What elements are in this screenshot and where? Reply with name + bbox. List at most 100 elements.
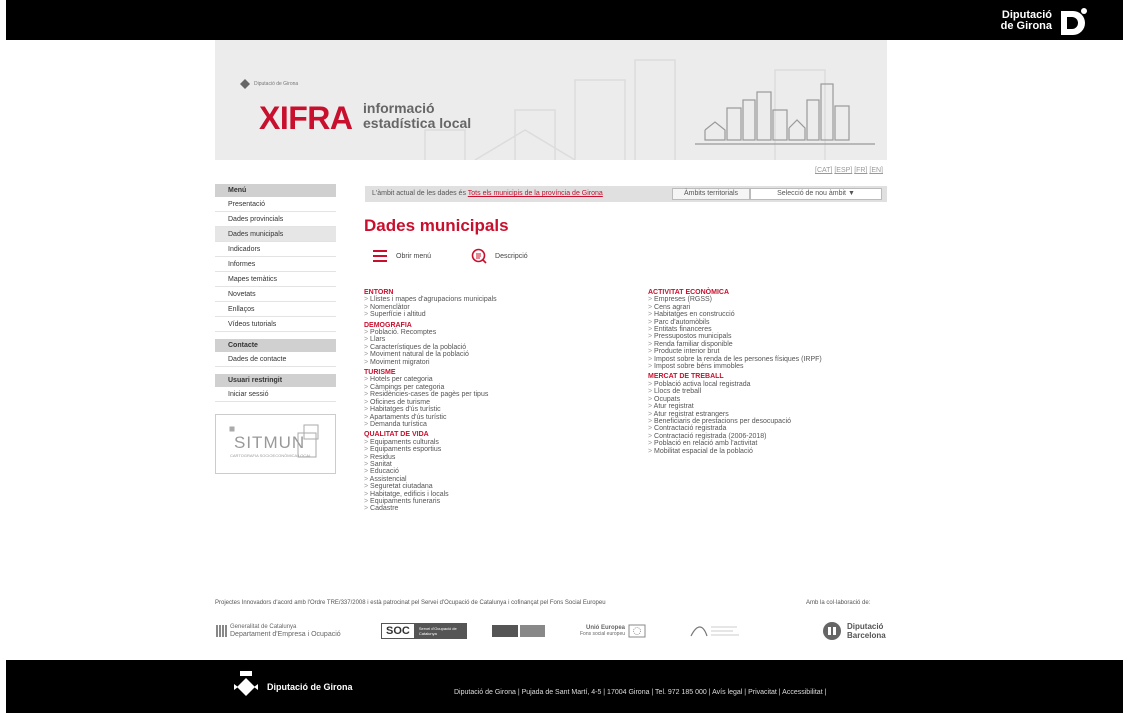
category-link[interactable]: Demanda turística [364, 421, 634, 428]
category-link[interactable]: Nomenclàtor [364, 304, 634, 311]
menu-title: Menú [215, 184, 336, 197]
category-link[interactable]: Beneficiaris de prestacions per desocupa… [648, 418, 888, 425]
eu-line2: Fons social europeu [580, 631, 626, 637]
right-category-column: ACTIVITAT ECONÒMICA Empreses (RGSS) Cens… [648, 289, 888, 458]
category-link[interactable]: Atur registrat [648, 403, 888, 410]
description-button[interactable]: Descripció [471, 248, 528, 264]
category-link[interactable]: Entitats financeres [648, 326, 888, 333]
small-brand: Diputació de Girona [239, 78, 298, 90]
category-link[interactable]: Hotels per categoria [364, 376, 634, 383]
ministry-logo[interactable] [491, 618, 546, 644]
category-link[interactable]: Càmpings per categoria [364, 384, 634, 391]
sidebar-item-dades-municipals[interactable]: Dades municipals [215, 227, 336, 242]
category-link[interactable]: Població. Recomptes [364, 329, 634, 336]
category-link[interactable]: Població activa local registrada [648, 381, 888, 388]
category-link[interactable]: Moviment natural de la població [364, 351, 634, 358]
sidebar-item-iniciar-sessio[interactable]: Iniciar sessió [215, 387, 336, 402]
category-link[interactable]: Seguretat ciutadana [364, 483, 634, 490]
category-link[interactable]: Educació [364, 468, 634, 475]
sidebar-item-dades-de-contacte[interactable]: Dades de contacte [215, 352, 336, 367]
category-link[interactable]: Equipaments esportius [364, 446, 634, 453]
page-title: Dades municipals [364, 216, 509, 235]
observatory-emblem-icon [690, 626, 739, 637]
category-link[interactable]: Impost sobre la renda de les persones fí… [648, 356, 888, 363]
category-link[interactable]: Residus [364, 454, 634, 461]
xifra-header-banner: Diputació de Girona XIFRA informació est… [215, 40, 887, 160]
diputacio-barcelona-emblem-icon [823, 622, 841, 640]
category-title: TURISME [364, 369, 396, 377]
lang-fr-link[interactable]: [FR] [854, 167, 867, 174]
observatory-logo[interactable] [687, 618, 747, 644]
sitmun-subtitle: CARTOGRAFIA SOCIOECONÒMICA LOCAL [230, 453, 312, 458]
sidebar-item-informes[interactable]: Informes [215, 257, 336, 272]
category-link[interactable]: Sanitat [364, 461, 634, 468]
category-link[interactable]: Oficines de turisme [364, 399, 634, 406]
scope-link[interactable]: Tots els municipis de la província de Gi… [468, 190, 603, 197]
category-link[interactable]: Llocs de treball [648, 388, 888, 395]
brand-text: Diputació de Girona [1001, 10, 1052, 32]
open-menu-button[interactable]: Obrir menú [372, 248, 431, 264]
category-link[interactable]: Habitatge, edificis i locals [364, 491, 634, 498]
scope-label: L'àmbit actual de les dades és [372, 190, 466, 197]
category-link[interactable]: Ocupats [648, 396, 888, 403]
category-mercat-de-treball: MERCAT DE TREBALL Població activa local … [648, 373, 888, 454]
lang-en-link[interactable]: [EN] [869, 167, 883, 174]
footer-brand-text: Diputació de Girona [267, 682, 353, 692]
brand-line2: de Girona [1000, 20, 1052, 32]
diputacio-girona-brand[interactable]: Diputació de Girona [1001, 3, 1088, 39]
action-bar: Obrir menú Descripció [372, 248, 568, 264]
partner-logos: Generalitat de Catalunya Departament d'E… [215, 618, 887, 644]
category-link[interactable]: Equipaments culturals [364, 439, 634, 446]
sidebar-item-novetats[interactable]: Novetats [215, 287, 336, 302]
eu-logo[interactable]: Unió Europea Fons social europeu [580, 618, 646, 644]
sidebar-item-presentacio[interactable]: Presentació [215, 197, 336, 212]
subtitle-line2: estadística local [363, 115, 472, 131]
category-link[interactable]: Llistes i mapes d'agrupacions municipals [364, 296, 634, 303]
territorial-scopes-button[interactable]: Àmbits territorials [672, 188, 750, 200]
category-link[interactable]: Habitatges en construcció [648, 311, 888, 318]
category-link[interactable]: Parc d'automòbils [648, 319, 888, 326]
category-link[interactable]: Cadastre [364, 505, 634, 512]
lang-esp-link[interactable]: [ESP] [834, 167, 852, 174]
category-link[interactable]: Contractació registrada (2006-2018) [648, 433, 888, 440]
category-link[interactable]: Assistencial [364, 476, 634, 483]
category-link[interactable]: Equipaments funeraris [364, 498, 634, 505]
sidebar-item-indicadors[interactable]: Indicadors [215, 242, 336, 257]
sidebar-item-enllacos[interactable]: Enllaços [215, 302, 336, 317]
footer-brand[interactable]: Diputació de Girona [231, 670, 353, 704]
soc-logo[interactable]: SOC Servei d'Ocupació de Catalunya [381, 618, 467, 644]
category-link[interactable]: Mobilitat espacial de la població [648, 448, 888, 455]
select-new-scope-button[interactable]: Selecció de nou àmbit ▼ [750, 188, 882, 200]
category-link[interactable]: Empreses (RGSS) [648, 296, 888, 303]
sidebar-menu: Menú Presentació Dades provincials Dades… [215, 184, 336, 474]
category-link[interactable]: Renda familiar disponible [648, 341, 888, 348]
sidebar-item-dades-provincials[interactable]: Dades provincials [215, 212, 336, 227]
category-link[interactable]: Població en relació amb l'activitat [648, 440, 888, 447]
xifra-logo[interactable]: XIFRA [259, 100, 353, 137]
footer-address-links[interactable]: Diputació de Girona | Pujada de Sant Mar… [454, 689, 826, 696]
category-link[interactable]: Pressupostos municipals [648, 333, 888, 340]
category-link[interactable]: Apartaments d'ús turístic [364, 414, 634, 421]
category-turisme: TURISME Hotels per categoria Càmpings pe… [364, 369, 634, 428]
category-link[interactable]: Producte interior brut [648, 348, 888, 355]
left-category-column: ENTORN Llistes i mapes d'agrupacions mun… [364, 289, 634, 516]
sidebar-item-videos-tutorials[interactable]: Vídeos tutorials [215, 317, 336, 332]
sidebar-item-mapes-tematics[interactable]: Mapes temàtics [215, 272, 336, 287]
category-link[interactable]: Cens agrari [648, 304, 888, 311]
category-link[interactable]: Habitatges d'ús turístic [364, 406, 634, 413]
generalitat-logo[interactable]: Generalitat de Catalunya Departament d'E… [215, 618, 341, 644]
diputacio-barcelona-logo[interactable]: Diputació Barcelona [822, 618, 886, 644]
soc-subtitle: Servei d'Ocupació de Catalunya [414, 623, 467, 639]
category-link[interactable]: Residències-cases de pagès per tipus [364, 391, 634, 398]
category-link[interactable]: Característiques de la població [364, 344, 634, 351]
category-link[interactable]: Llars [364, 336, 634, 343]
category-link[interactable]: Impost sobre béns immobles [648, 363, 888, 370]
category-link[interactable]: Atur registrat estrangers [648, 411, 888, 418]
category-title: ACTIVITAT ECONÒMICA [648, 289, 730, 296]
sitmun-banner[interactable]: SITMUN CARTOGRAFIA SOCIOECONÒMICA LOCAL [215, 414, 336, 474]
category-link[interactable]: Contractació registrada [648, 425, 888, 432]
category-link[interactable]: Moviment migratori [364, 359, 634, 366]
lang-cat-link[interactable]: [CAT] [815, 167, 832, 174]
category-link[interactable]: Superfície i altitud [364, 311, 634, 318]
description-label: Descripció [495, 252, 528, 260]
